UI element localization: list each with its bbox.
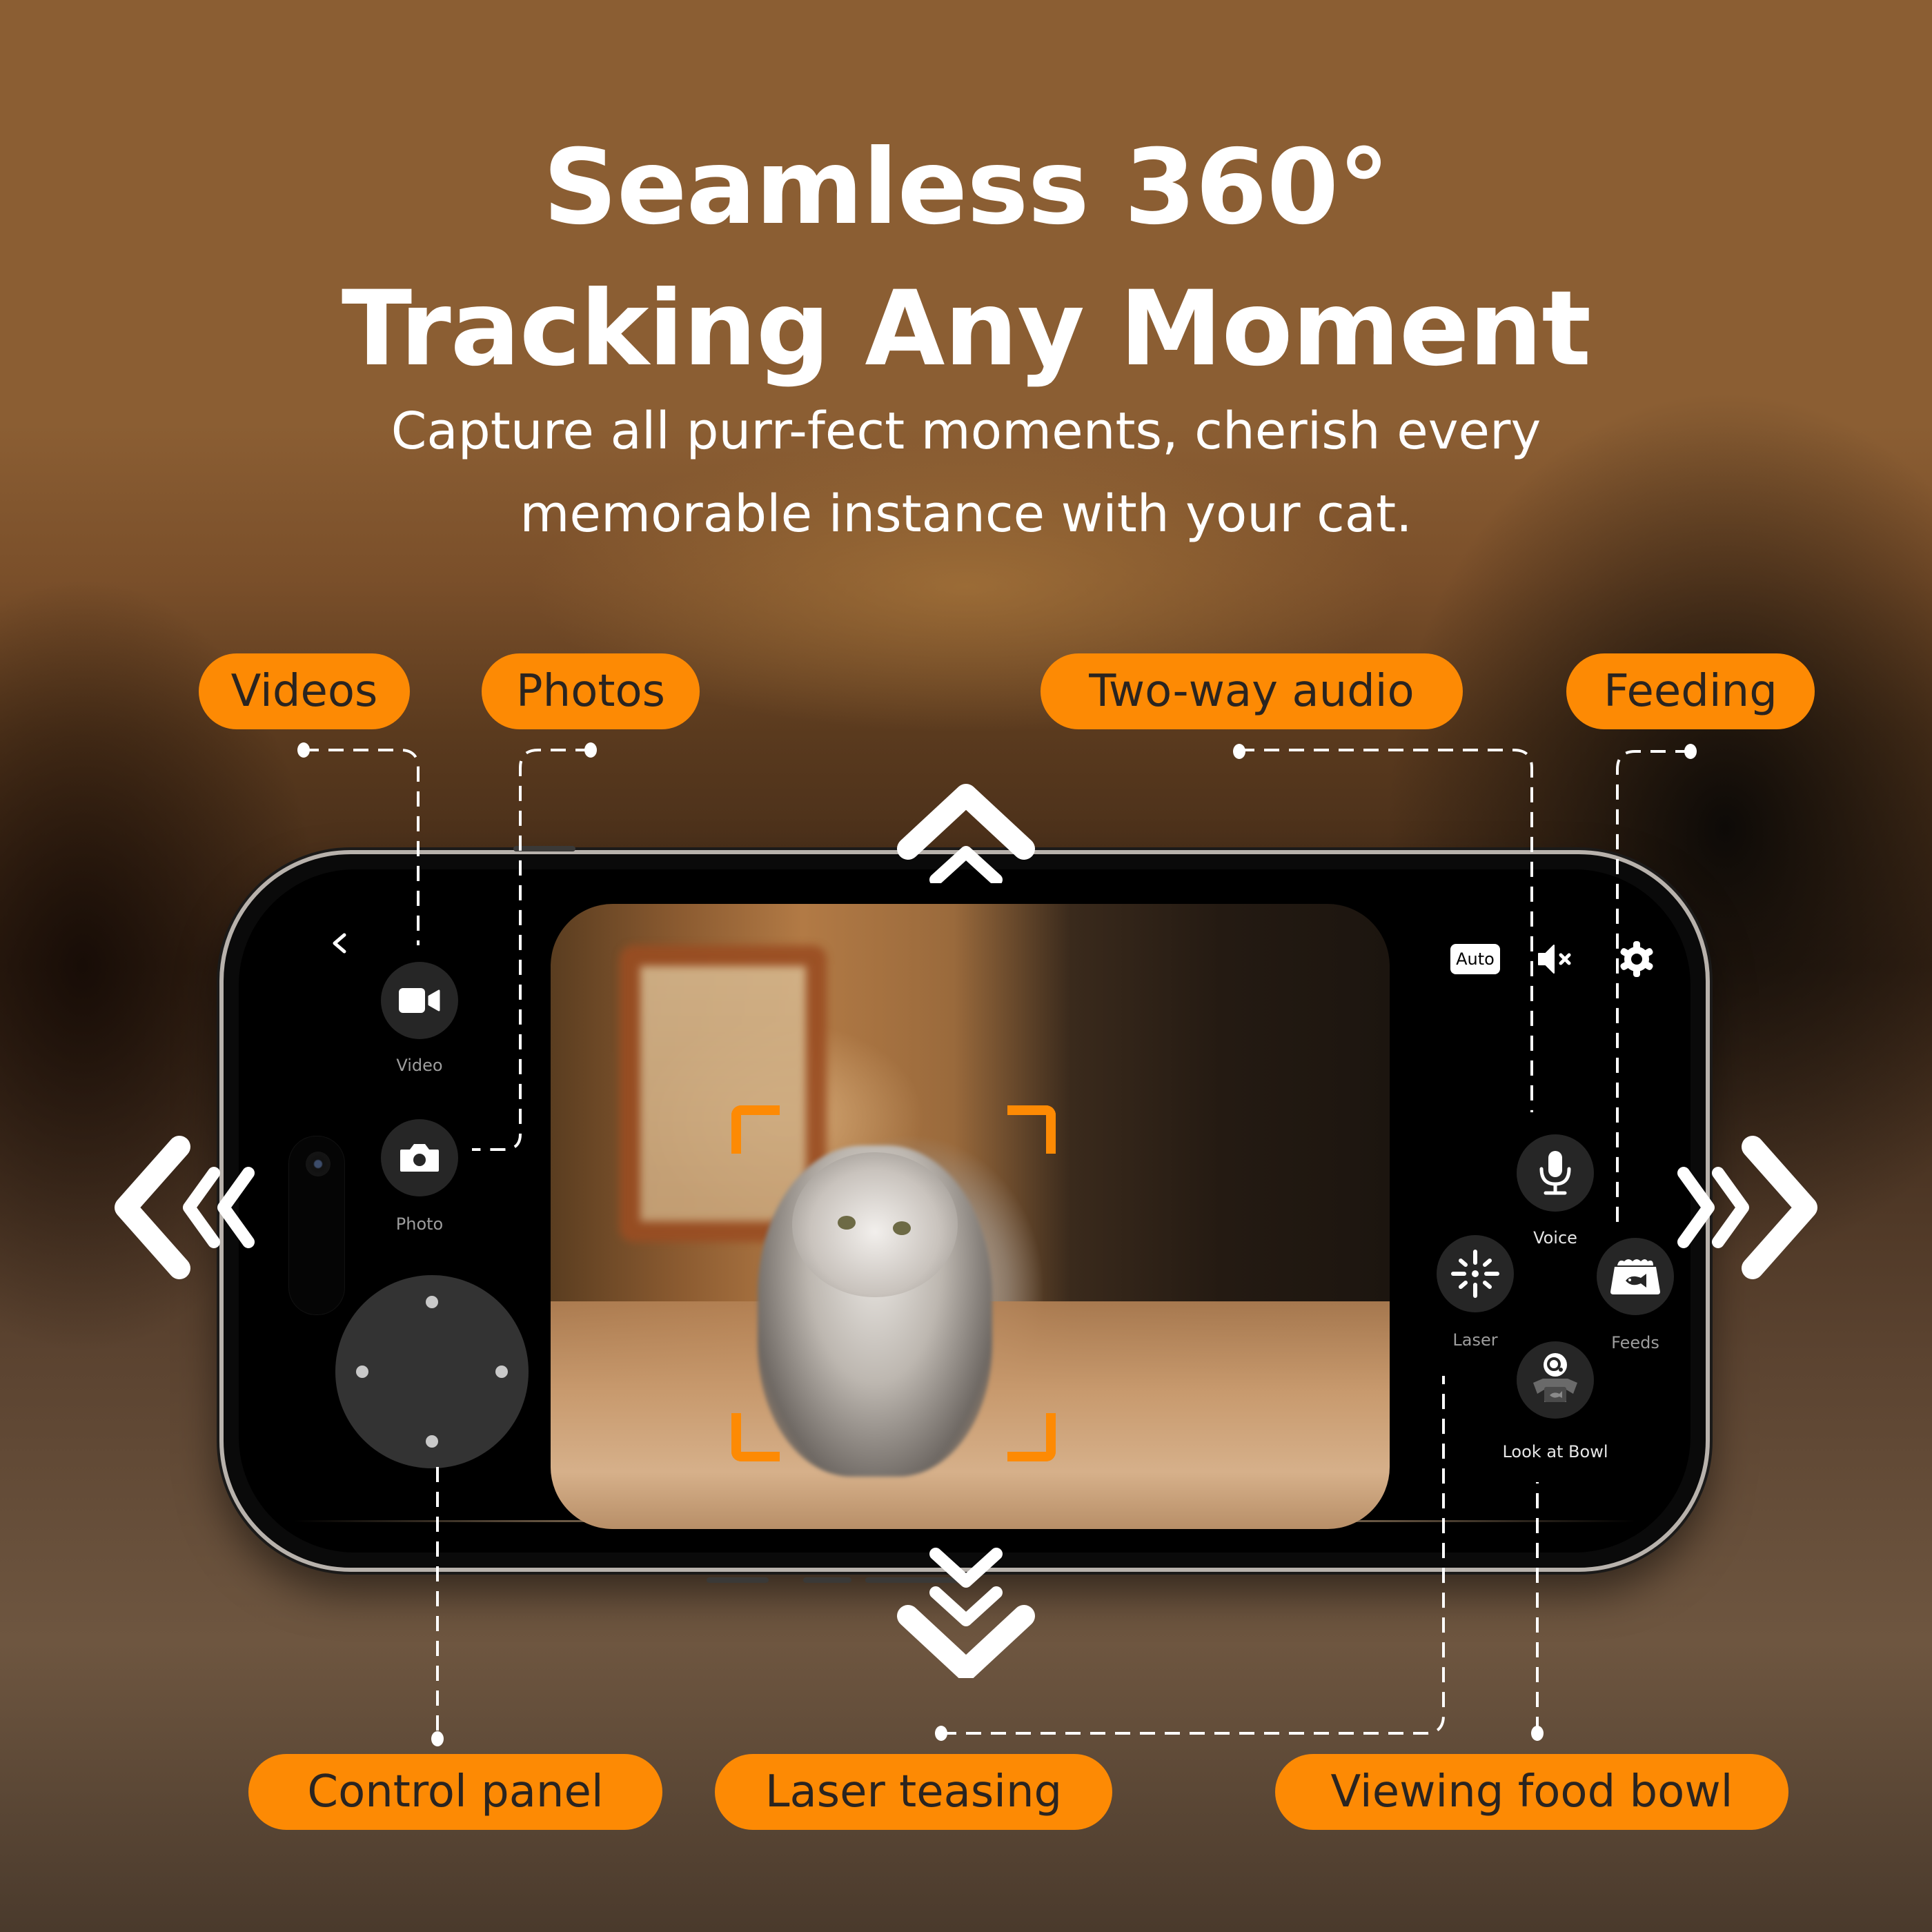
app-screen: Video Photo Auto Voice Laser Feeds Look … — [239, 869, 1690, 1552]
chevron-left-icon — [217, 1167, 255, 1248]
tracking-corner-top-right — [1007, 1105, 1056, 1154]
back-button[interactable] — [326, 929, 354, 957]
phone-side-button — [803, 1577, 851, 1583]
chevron-right-icon — [1677, 1167, 1715, 1248]
phone-side-button — [707, 1577, 769, 1583]
connector-dot — [297, 742, 310, 758]
phone-frame: Video Photo Auto Voice Laser Feeds Look … — [219, 846, 1710, 1583]
gear-icon — [1620, 941, 1653, 977]
callout-two-way-audio: Two-way audio — [1041, 653, 1463, 729]
photo-button-label: Photo — [395, 1214, 444, 1234]
subheadline: Capture all purr-fect moments, cherish e… — [0, 390, 1932, 555]
pan-right-arrow[interactable] — [1677, 1132, 1828, 1283]
headline-line-1: Seamless 360° — [542, 128, 1390, 248]
auto-mode-badge[interactable]: Auto — [1450, 944, 1500, 974]
mute-button[interactable] — [1533, 937, 1577, 981]
callout-control-panel: Control panel — [248, 1754, 662, 1830]
laser-burst-icon — [1451, 1250, 1499, 1298]
subheadline-line-1: Capture all purr-fect moments, cherish e… — [391, 402, 1541, 461]
live-camera-view[interactable] — [551, 904, 1390, 1529]
connector-dot — [1233, 744, 1245, 759]
feeds-button[interactable] — [1597, 1238, 1674, 1315]
connector-dot — [584, 742, 597, 758]
food-bowl-icon — [1610, 1259, 1660, 1294]
speaker-muted-icon — [1538, 945, 1571, 974]
video-button[interactable] — [381, 962, 458, 1039]
front-camera-lens — [306, 1152, 331, 1176]
callout-feeding: Feeding — [1566, 653, 1815, 729]
callout-videos: Videos — [199, 653, 410, 729]
headline-line-2: Tracking Any Moment — [341, 269, 1591, 389]
connector-dot — [1684, 744, 1697, 759]
callout-laser-teasing: Laser teasing — [715, 1754, 1112, 1830]
chevron-up-icon — [929, 846, 1003, 883]
chevron-right-icon — [1742, 1136, 1817, 1279]
chevron-left-icon — [333, 933, 346, 954]
camera-icon — [400, 1144, 439, 1172]
chevron-down-icon — [929, 1586, 1003, 1626]
pan-down-arrow[interactable] — [894, 1540, 1046, 1678]
voice-button-label: Voice — [1533, 1228, 1577, 1248]
video-camera-icon — [399, 988, 440, 1013]
chevron-left-icon — [183, 1167, 220, 1248]
settings-button[interactable] — [1615, 937, 1659, 981]
connector-dot — [935, 1726, 947, 1741]
headline: Seamless 360° Tracking Any Moment — [0, 117, 1932, 400]
chevron-up-icon — [897, 784, 1035, 860]
video-button-label: Video — [396, 1056, 443, 1075]
pan-up-arrow[interactable] — [894, 780, 1046, 883]
phone-side-button — [513, 846, 575, 851]
joystick-right-dot[interactable] — [495, 1366, 508, 1378]
chevron-down-icon — [929, 1548, 1003, 1588]
front-camera-module — [288, 1136, 345, 1315]
connector-dot — [431, 1731, 444, 1746]
callout-photos: Photos — [482, 653, 700, 729]
joystick-down-dot[interactable] — [426, 1435, 438, 1448]
chevron-left-icon — [115, 1136, 190, 1279]
subheadline-line-2: memorable instance with your cat. — [520, 484, 1412, 544]
chevron-right-icon — [1712, 1167, 1749, 1248]
photo-button[interactable] — [381, 1119, 458, 1196]
laser-button[interactable] — [1437, 1235, 1514, 1312]
callout-viewing-food-bowl: Viewing food bowl — [1275, 1754, 1788, 1830]
microphone-icon — [1539, 1151, 1571, 1195]
voice-button[interactable] — [1517, 1134, 1594, 1212]
tracking-corner-top-left — [731, 1105, 780, 1154]
laser-button-label: Laser — [1452, 1330, 1498, 1350]
tracking-corner-bottom-left — [731, 1413, 780, 1461]
tracking-frame — [731, 1105, 1056, 1461]
look-at-bowl-button-label: Look at Bowl — [1502, 1442, 1608, 1461]
feeds-button-label: Feeds — [1611, 1333, 1659, 1352]
look-at-bowl-button[interactable] — [1517, 1341, 1594, 1419]
connector-dot — [1531, 1726, 1544, 1741]
joystick-up-dot[interactable] — [426, 1296, 438, 1308]
joystick-left-dot[interactable] — [356, 1366, 368, 1378]
camera-bowl-icon — [1533, 1353, 1577, 1402]
directional-joystick[interactable] — [335, 1275, 529, 1468]
pan-left-arrow[interactable] — [110, 1132, 255, 1283]
tracking-corner-bottom-right — [1007, 1413, 1056, 1461]
